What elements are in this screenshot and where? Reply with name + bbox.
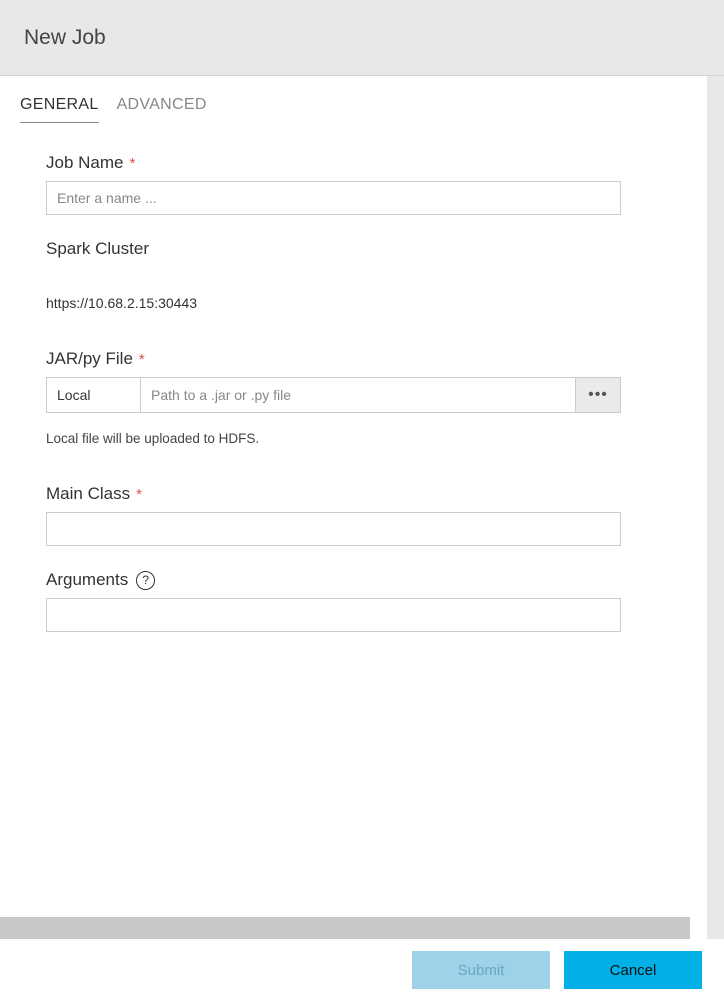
label-job-name: Job Name * [46,153,661,173]
required-marker: * [129,155,135,172]
footer-separator [0,917,690,939]
job-name-input[interactable] [46,181,621,215]
required-marker: * [136,486,142,503]
footer: Submit Cancel [0,917,724,1001]
main-panel: GENERAL ADVANCED Job Name * Spark Cluste… [0,76,707,1001]
dialog-header: New Job [0,0,724,76]
form-body: Job Name * Spark Cluster https://10.68.2… [0,123,707,1001]
label-arguments-text: Arguments [46,570,128,590]
field-jar-file: JAR/py File * Local ••• Local file will … [46,349,661,446]
jar-file-source-select[interactable]: Local [46,377,141,413]
jar-file-path-input[interactable] [141,377,576,413]
submit-button[interactable]: Submit [412,951,550,989]
jar-file-browse-button[interactable]: ••• [576,377,621,413]
help-icon[interactable]: ? [136,571,155,590]
footer-buttons: Submit Cancel [0,939,724,1001]
field-arguments: Arguments ? [46,570,661,632]
field-spark-cluster: Spark Cluster https://10.68.2.15:30443 [46,239,661,311]
label-jar-file-text: JAR/py File [46,349,133,369]
field-job-name: Job Name * [46,153,661,215]
label-spark-cluster: Spark Cluster [46,239,661,259]
spark-cluster-value: https://10.68.2.15:30443 [46,295,661,311]
arguments-input[interactable] [46,598,621,632]
label-spark-cluster-text: Spark Cluster [46,239,149,259]
field-main-class: Main Class * [46,484,661,546]
label-jar-file: JAR/py File * [46,349,661,369]
label-arguments: Arguments ? [46,570,661,590]
dialog-title: New Job [24,26,106,50]
content-area: GENERAL ADVANCED Job Name * Spark Cluste… [0,76,724,1001]
tab-bar: GENERAL ADVANCED [0,76,707,123]
vertical-scrollbar[interactable] [707,76,724,1000]
label-main-class-text: Main Class [46,484,130,504]
tab-general[interactable]: GENERAL [20,96,99,123]
main-class-input[interactable] [46,512,621,546]
jar-file-source-value: Local [57,387,90,403]
tab-advanced[interactable]: ADVANCED [117,96,207,123]
cancel-button[interactable]: Cancel [564,951,702,989]
required-marker: * [139,351,145,368]
jar-file-hint: Local file will be uploaded to HDFS. [46,431,661,446]
label-job-name-text: Job Name [46,153,123,173]
jar-file-row: Local ••• [46,377,621,413]
label-main-class: Main Class * [46,484,661,504]
ellipsis-icon: ••• [588,386,608,404]
